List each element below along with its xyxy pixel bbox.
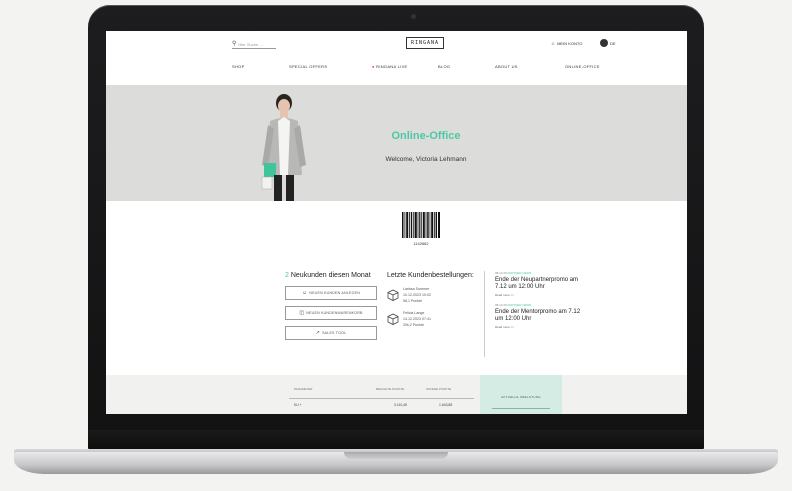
order-item[interactable]: Felicia Lange 14.12.2023 07:41 20k,2 Pun… — [387, 310, 479, 328]
new-basket-label: NEUEN KUNDENWARENKORB — [306, 311, 363, 315]
news-tag: PARTNER NEWS — [507, 271, 532, 275]
screen: ⚲ Hier Suche ... RINGANA ☺ MEIN KONTO DE… — [106, 31, 687, 414]
new-customers-count: 2 — [285, 272, 289, 279]
user-icon: ☺ — [301, 290, 308, 296]
update-panel: AKTUELLE ÜBELSTUNG — [480, 375, 562, 414]
nav-item-ringana-live-label: RINGANA LIVE — [376, 64, 408, 69]
search-icon: ⚲ — [232, 41, 237, 47]
basket-icon: ◫ — [299, 310, 305, 316]
table-cell: 1.643,88 — [439, 403, 453, 407]
news-meta: 08.12.20 PARTNER NEWS — [495, 303, 587, 307]
news-item[interactable]: 08.12.20 PARTNER NEWS Ende der Mentorpro… — [495, 303, 587, 329]
laptop-notch — [344, 452, 448, 459]
table-divider — [289, 398, 474, 399]
news-date: 08.12.20 — [495, 271, 507, 275]
points-table: PARAMETER BEZAHLTE PUNKTE OFFENE PUNKTE … — [106, 375, 687, 414]
news-read-more-link[interactable]: Read more >> — [495, 293, 587, 297]
package-icon — [387, 313, 399, 325]
add-customer-label: NEUEN KUNDEN ANLEGEN — [309, 291, 361, 295]
new-customers-label: Neukunden diesen Monat — [290, 272, 371, 279]
table-header: PARAMETER — [294, 387, 313, 391]
search-field[interactable]: ⚲ Hier Suche ... — [232, 41, 276, 49]
order-points: 58,1 Punkte — [403, 299, 423, 303]
new-customers-heading: 2 Neukunden diesen Monat — [285, 271, 379, 280]
update-underline — [492, 408, 550, 409]
account-label: MEIN KONTO — [557, 41, 583, 46]
news-widget: 08.12.20 PARTNER NEWS Ende der Neupartne… — [495, 271, 587, 335]
nav-item-ringana-live[interactable]: ● RINGANA LIVE — [372, 64, 408, 69]
order-points: 20k,2 Punkte — [403, 323, 424, 327]
divider — [484, 271, 485, 357]
table-header: OFFENE PUNKTE — [426, 387, 452, 391]
table-cell: 3.110,45 — [394, 403, 407, 407]
hero-banner: Online-Office Welcome, Victoria Lehmann — [106, 85, 687, 201]
nav-item-shop[interactable]: SHOP — [232, 64, 245, 69]
hero-title: Online-Office — [391, 130, 461, 142]
table-cell: KU + — [294, 403, 302, 407]
recent-orders-heading: Letzte Kundenbestellungen: — [387, 272, 474, 279]
camera-icon — [411, 14, 416, 19]
language-switch[interactable]: DE — [600, 39, 616, 47]
sales-tool-label: SALES TOOL — [322, 331, 347, 335]
account-link[interactable]: ☺ MEIN KONTO — [551, 41, 582, 46]
top-bar: ⚲ Hier Suche ... RINGANA ☺ MEIN KONTO DE — [106, 31, 687, 59]
hero-subtitle: Welcome, Victoria Lehmann — [385, 156, 467, 163]
news-date: 08.12.20 — [495, 303, 507, 307]
table-header: BEZAHLTE PUNKTE — [376, 387, 405, 391]
nav-item-online-office[interactable]: ONLINE-OFFICE — [565, 64, 600, 69]
user-icon: ☺ — [551, 41, 556, 46]
news-title: Ende der Mentorpromo am 7.12 um 12:00 Uh… — [495, 309, 581, 322]
nav-item-about-us[interactable]: ABOUT US — [495, 64, 518, 69]
person-image — [261, 94, 306, 201]
recent-orders-widget: Letzte Kundenbestellungen: Larissa Somme… — [387, 271, 479, 328]
logo[interactable]: RINGANA — [406, 37, 444, 49]
barcode-image — [402, 212, 440, 238]
news-read-more-link[interactable]: Read more >> — [495, 325, 587, 329]
nav-item-blog[interactable]: BLOG — [438, 64, 450, 69]
news-tag: PARTNER NEWS — [507, 303, 532, 307]
news-title: Ende der Neupartnerpromo am 7.12 um 12:0… — [495, 277, 579, 290]
order-item[interactable]: Larissa Sommer 10.12.2023 10:02 58,1 Pun… — [387, 286, 479, 304]
new-basket-button[interactable]: ◫ NEUEN KUNDENWARENKORB — [285, 306, 377, 320]
package-icon — [387, 289, 399, 301]
news-meta: 08.12.20 PARTNER NEWS — [495, 271, 587, 275]
language-label: DE — [610, 40, 616, 46]
main-nav: SHOP SPECIAL OFFERS ● RINGANA LIVE BLOG … — [106, 58, 687, 80]
barcode-number: 1142662 — [413, 241, 429, 246]
sales-tool-button[interactable]: ↗ SALES TOOL — [285, 326, 377, 340]
update-button[interactable]: AKTUELLE ÜBELSTUNG — [496, 395, 546, 399]
add-customer-button[interactable]: ☺ NEUEN KUNDEN ANLEGEN — [285, 286, 377, 300]
language-flag-icon — [600, 39, 608, 47]
nav-item-special-offers[interactable]: SPECIAL OFFERS — [289, 64, 327, 69]
search-placeholder: Hier Suche ... — [238, 41, 263, 47]
chart-icon: ↗ — [315, 330, 321, 336]
new-customers-widget: 2 Neukunden diesen Monat ☺ NEUEN KUNDEN … — [285, 271, 379, 340]
news-item[interactable]: 08.12.20 PARTNER NEWS Ende der Neupartne… — [495, 271, 587, 297]
